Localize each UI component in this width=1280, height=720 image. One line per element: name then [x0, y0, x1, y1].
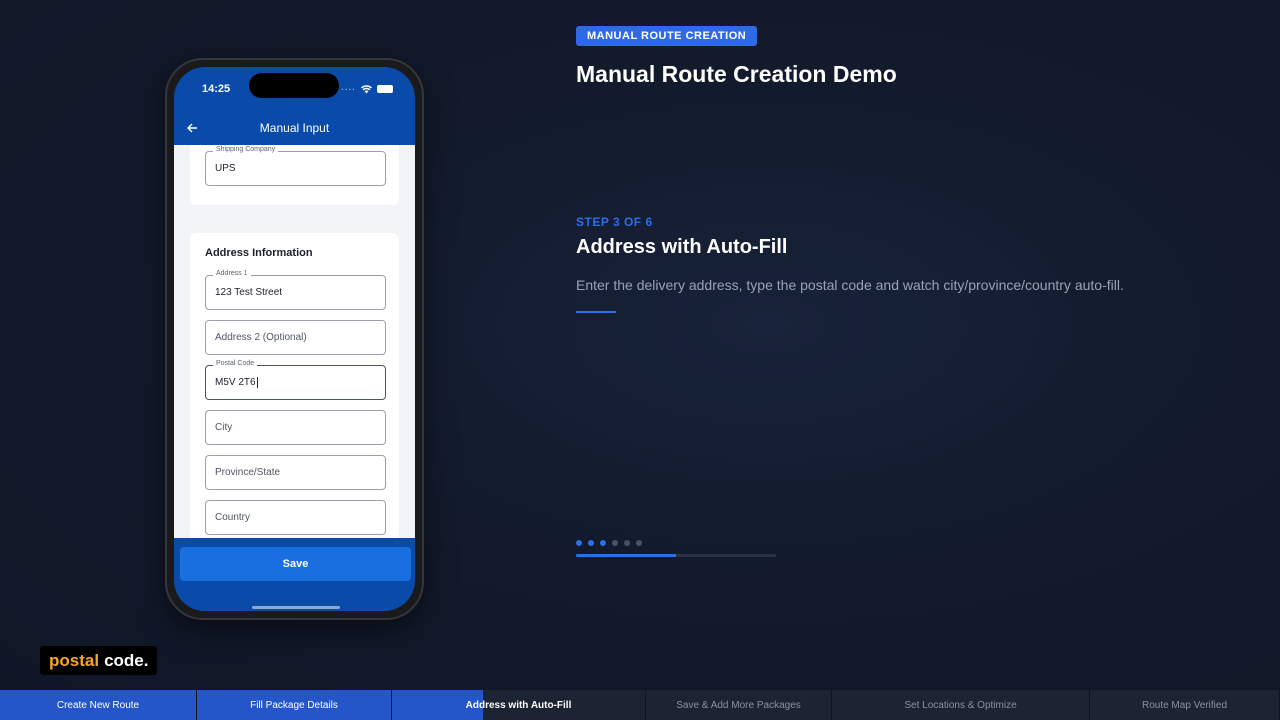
- step-description: Enter the delivery address, type the pos…: [576, 277, 1124, 293]
- address-section-title: Address Information: [205, 247, 313, 259]
- province-field[interactable]: Province/State: [205, 455, 386, 490]
- tab-save-add-more[interactable]: Save & Add More Packages: [646, 690, 832, 720]
- step-dot: [600, 540, 606, 546]
- country-placeholder: Country: [215, 512, 251, 523]
- step-dot: [588, 540, 594, 546]
- save-button[interactable]: Save: [180, 547, 411, 581]
- form-footer: Save: [174, 538, 415, 611]
- address1-value: 123 Test Street: [215, 287, 283, 298]
- package-card: Shipping Company UPS: [190, 145, 399, 205]
- form-content: Shipping Company UPS Address Information…: [174, 145, 415, 538]
- home-indicator: [252, 606, 340, 609]
- tab-fill-package-details[interactable]: Fill Package Details: [197, 690, 392, 720]
- step-dot: [636, 540, 642, 546]
- text-caret: [256, 377, 258, 388]
- address-card: Address Information Address 1 123 Test S…: [190, 233, 399, 538]
- step-dot: [624, 540, 630, 546]
- step-dot: [612, 540, 618, 546]
- signal-icon: ····: [341, 84, 356, 94]
- caption-highlight: postal: [49, 650, 100, 670]
- app-bar: Manual Input: [174, 111, 415, 145]
- back-arrow-icon[interactable]: [182, 118, 202, 138]
- wifi-icon: [361, 84, 372, 93]
- caption: postal code.: [40, 646, 158, 675]
- tab-address-auto-fill[interactable]: Address with Auto-Fill: [392, 690, 646, 720]
- battery-icon: [377, 85, 393, 93]
- address2-field[interactable]: Address 2 (Optional): [205, 320, 386, 355]
- section-badge: MANUAL ROUTE CREATION: [576, 26, 758, 46]
- tab-create-new-route[interactable]: Create New Route: [0, 690, 197, 720]
- postal-code-field[interactable]: Postal Code M5V 2T6: [205, 360, 386, 400]
- shipping-company-field[interactable]: Shipping Company UPS: [205, 146, 386, 186]
- postal-code-label: Postal Code: [213, 360, 258, 367]
- step-progress-bar: [576, 554, 776, 557]
- step-progress-fill: [576, 554, 676, 557]
- address1-label: Address 1: [213, 270, 251, 277]
- city-field[interactable]: City: [205, 410, 386, 445]
- postal-code-value: M5V 2T6: [215, 377, 256, 388]
- shipping-company-value: UPS: [215, 163, 236, 174]
- chapter-tabs: Create New Route Fill Package Details Ad…: [0, 690, 1280, 720]
- city-placeholder: City: [215, 422, 233, 433]
- address2-placeholder: Address 2 (Optional): [215, 332, 307, 343]
- step-label: STEP 3 OF 6: [576, 215, 653, 229]
- caption-text: code.: [104, 650, 149, 670]
- tab-route-map-verified[interactable]: Route Map Verified: [1090, 690, 1280, 720]
- status-time: 14:25: [202, 83, 231, 95]
- shipping-company-label: Shipping Company: [213, 146, 279, 153]
- dynamic-island: [249, 73, 339, 98]
- step-dot: [576, 540, 582, 546]
- province-placeholder: Province/State: [215, 467, 281, 478]
- app-title: Manual Input: [259, 121, 330, 135]
- page-title: Manual Route Creation Demo: [576, 61, 897, 87]
- accent-divider: [576, 311, 616, 313]
- country-field[interactable]: Country: [205, 500, 386, 535]
- tab-set-locations[interactable]: Set Locations & Optimize: [832, 690, 1090, 720]
- address1-field[interactable]: Address 1 123 Test Street: [205, 270, 386, 310]
- step-dots: [576, 540, 642, 546]
- phone-mockup: 14:25 ···· Manual Input Shipping Company…: [165, 58, 424, 620]
- phone-screen: 14:25 ···· Manual Input Shipping Company…: [174, 67, 415, 611]
- step-title: Address with Auto-Fill: [576, 236, 788, 258]
